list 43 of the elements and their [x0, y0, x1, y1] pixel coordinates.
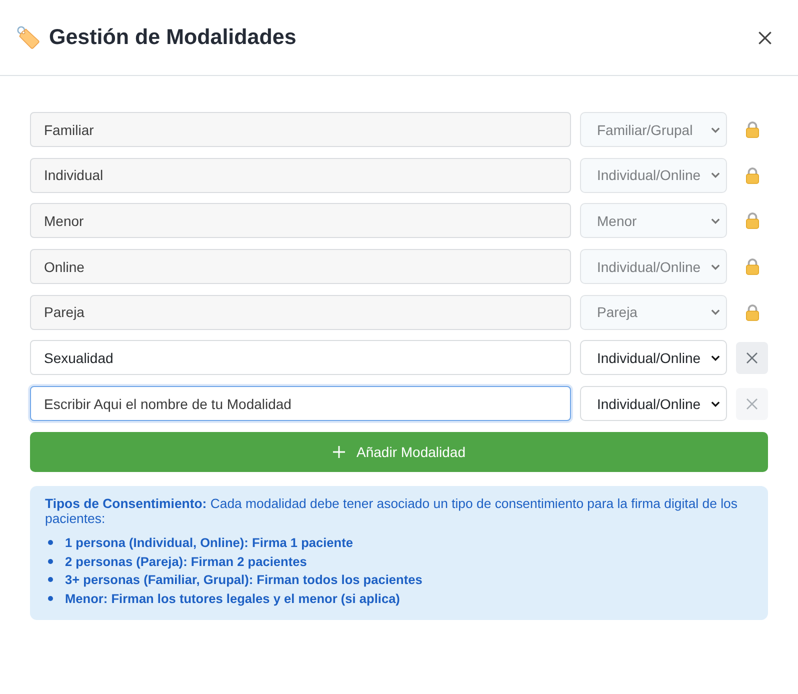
close-icon — [746, 398, 758, 410]
chevron-down-icon — [711, 354, 720, 361]
plus-icon — [332, 446, 345, 458]
bullet-icon — [48, 577, 53, 582]
modality-name-field[interactable]: Individual — [30, 158, 571, 193]
bullet-icon — [48, 540, 53, 545]
lock-icon — [744, 121, 760, 138]
chevron-down-icon — [711, 218, 720, 224]
bullet-icon — [48, 558, 53, 564]
lock-icon — [744, 166, 760, 184]
chevron-down-icon — [711, 126, 720, 132]
consent-type-select[interactable]: Pareja — [580, 294, 727, 330]
close-icon — [746, 352, 758, 364]
chevron-down-icon — [711, 400, 720, 407]
consent-rule-text: 1 persona (Individual, Online): Firma 1 paciente — [65, 534, 353, 550]
consent-type-select[interactable]: Individual/Online — [580, 386, 727, 422]
bullet-icon — [48, 596, 53, 602]
modality-name-field[interactable]: Menor — [30, 203, 571, 238]
consent-rule-text: 3+ personas (Familiar, Grupal): Firman todos los pacientes — [65, 572, 422, 588]
consent-type-select[interactable]: Individual/Online — [580, 249, 727, 284]
modality-name-field[interactable]: Familiar — [30, 112, 571, 147]
delete-button[interactable] — [736, 342, 768, 374]
lock-icon — [744, 258, 760, 276]
modality-name-field[interactable]: Sexualidad — [30, 340, 571, 376]
modality-name-field[interactable]: Escribir Aqui el nombre de tu Modalidad — [30, 386, 571, 422]
consent-type-select[interactable]: Menor — [580, 203, 727, 238]
modality-name-field[interactable]: Pareja — [30, 294, 571, 330]
lock-icon — [744, 212, 760, 230]
lock-icon — [744, 304, 760, 321]
close-icon — [758, 30, 772, 44]
consent-type-select[interactable]: Individual/Online — [580, 158, 727, 193]
chevron-down-icon — [711, 264, 720, 270]
consent-rule-text: 2 personas (Pareja): Firman 2 pacientes — [65, 554, 307, 569]
tag-icon — [16, 25, 41, 50]
modal-title: Gestión de Modalidades — [49, 25, 296, 50]
info-text: Tipos de Consentimiento: Cada modalidad debe tener asociado un tipo de consentimiento para la firma digital de los pacientes: — [45, 496, 738, 526]
consent-type-select[interactable]: Familiar/Grupal — [580, 112, 727, 147]
chevron-down-icon — [711, 309, 720, 316]
modality-name-field[interactable]: Online — [30, 249, 571, 284]
consent-rule-text: Menor: Firman los tutores legales y el menor (si aplica) — [65, 591, 400, 606]
close-button[interactable] — [758, 30, 772, 44]
chevron-down-icon — [711, 172, 720, 178]
consent-type-select[interactable]: Individual/Online — [580, 340, 727, 376]
